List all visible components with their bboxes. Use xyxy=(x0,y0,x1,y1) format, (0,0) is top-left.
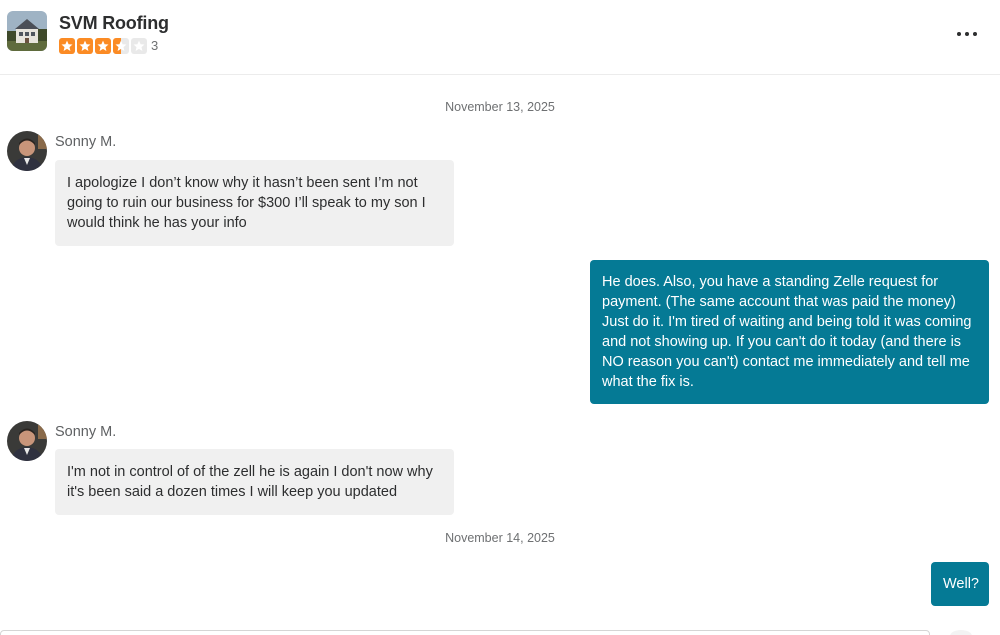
send-button[interactable] xyxy=(950,630,972,635)
more-horizontal-icon xyxy=(957,32,961,36)
empty-star-icon xyxy=(131,38,147,54)
incoming-message: I apologize I don’t know why it hasn’t b… xyxy=(55,160,454,246)
star-icon xyxy=(77,38,93,54)
star-icon xyxy=(95,38,111,54)
half-star-icon xyxy=(113,38,129,54)
sender-avatar[interactable] xyxy=(7,131,47,171)
message-input[interactable] xyxy=(0,630,930,635)
business-name[interactable]: SVM Roofing xyxy=(59,13,169,34)
outgoing-message: He does. Also, you have a standing Zelle… xyxy=(590,260,989,404)
conversation-header: SVM Roofing 3 xyxy=(0,0,1000,75)
sender-name[interactable]: Sonny M. xyxy=(55,134,116,150)
sender-avatar[interactable] xyxy=(7,421,47,461)
more-options-button[interactable] xyxy=(952,22,982,46)
outgoing-message: Well? xyxy=(931,562,989,606)
star-icon xyxy=(59,38,75,54)
business-photo[interactable] xyxy=(7,11,47,51)
sender-name[interactable]: Sonny M. xyxy=(55,424,116,440)
review-count[interactable]: 3 xyxy=(151,38,158,53)
date-divider: November 14, 2025 xyxy=(445,531,555,545)
incoming-message: I'm not in control of of the zell he is … xyxy=(55,449,454,515)
star-rating xyxy=(59,38,147,54)
date-divider: November 13, 2025 xyxy=(445,100,555,114)
